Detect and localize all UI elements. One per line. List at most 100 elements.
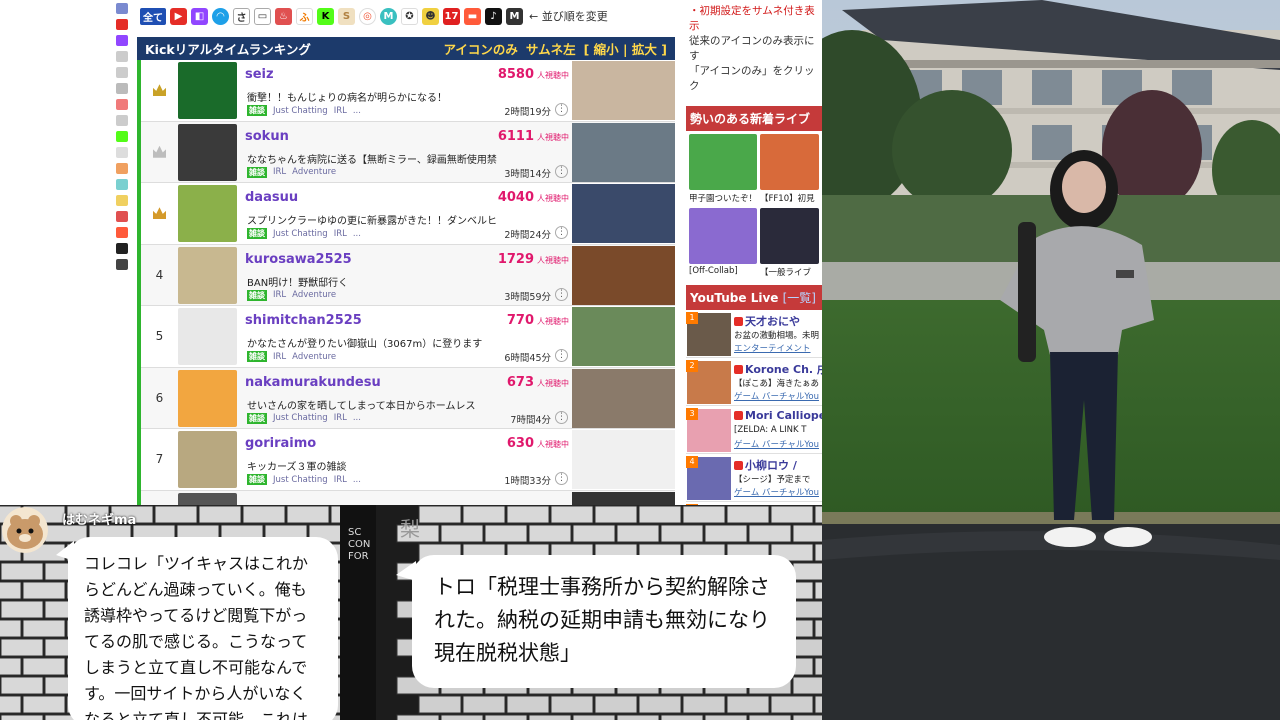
live-title[interactable]: [ZELDA: A LINK T bbox=[734, 425, 806, 435]
site-icon[interactable] bbox=[116, 19, 128, 30]
tag-link[interactable]: Just Chatting bbox=[273, 229, 328, 239]
tiktok-icon[interactable]: ♪ bbox=[485, 7, 502, 25]
category-badge[interactable]: 雑談 bbox=[247, 412, 267, 424]
site-icon[interactable]: ▬ bbox=[464, 7, 481, 25]
site-icon[interactable] bbox=[116, 67, 128, 78]
youtube-live-row[interactable]: 3 Mori Calliope [ZELDA: A LINK T ゲーム バーチャルY… bbox=[686, 406, 822, 454]
site-icon[interactable] bbox=[116, 195, 128, 206]
ranking-row[interactable]: sokun 6111 人視聴中 ななちゃんを病院に送る【無断ミラー、録画無断使用禁 雑談… bbox=[141, 121, 675, 183]
tag-link[interactable]: IRL bbox=[334, 475, 347, 485]
site-icon[interactable]: さ bbox=[233, 7, 250, 25]
stream-screenshot[interactable] bbox=[572, 184, 675, 243]
site-icon[interactable] bbox=[116, 51, 128, 62]
site-icon[interactable]: ☻ bbox=[422, 7, 439, 25]
youtube-live-row[interactable]: 1 天才おにや お盆の激動相場。未明 エンターテイメント bbox=[686, 310, 822, 358]
site-icon[interactable] bbox=[116, 3, 128, 14]
live-caption[interactable]: 【FF10】初見 bbox=[760, 192, 819, 204]
filter-all-button[interactable]: 全て bbox=[140, 7, 166, 25]
stream-screenshot[interactable] bbox=[572, 307, 675, 366]
tag-link[interactable]: IRL bbox=[273, 352, 286, 362]
site-icon[interactable] bbox=[116, 35, 128, 46]
site-icon[interactable] bbox=[116, 211, 128, 222]
youtube-live-row[interactable]: 2 Korone Ch. 戌【ぽこあ】海きたぁあ ゲーム バーチャルYou bbox=[686, 358, 822, 406]
tag-link[interactable]: IRL bbox=[334, 106, 347, 116]
site-icon[interactable]: ふ bbox=[296, 7, 313, 25]
more-options-icon[interactable]: ⋮ bbox=[555, 410, 568, 424]
tag-link[interactable]: Adventure bbox=[292, 167, 336, 177]
stream-title[interactable]: スプリンクラーゆゆの更に新暴露がきた！！ダンベルヒ bbox=[247, 212, 567, 227]
tag-link[interactable]: IRL bbox=[273, 290, 286, 300]
streamer-name[interactable]: goriraimo bbox=[245, 436, 316, 451]
site-icon[interactable] bbox=[116, 147, 128, 158]
category-badge[interactable]: 雑談 bbox=[247, 228, 267, 239]
live-thumbnail[interactable] bbox=[689, 134, 758, 190]
more-options-icon[interactable]: ⋮ bbox=[555, 287, 568, 301]
streamer-name[interactable]: kurosawa2525 bbox=[245, 252, 352, 267]
tag-link[interactable]: ... bbox=[353, 229, 361, 239]
note-red[interactable]: ・初期設定をサムネ付き表示 bbox=[689, 4, 819, 34]
streamer-avatar[interactable] bbox=[178, 246, 237, 304]
tag-link[interactable]: IRL bbox=[273, 167, 286, 177]
stream-title[interactable]: ななちゃんを病院に送る【無断ミラー、録画無断使用禁 bbox=[247, 151, 567, 166]
icon-only-toggle[interactable]: アイコンのみ bbox=[443, 39, 517, 58]
site-icon[interactable] bbox=[116, 259, 128, 270]
category-badge[interactable]: 雑談 bbox=[247, 105, 267, 116]
live-category[interactable]: エンターテイメント bbox=[734, 342, 811, 354]
channel-name[interactable]: Korone Ch. 戌 bbox=[734, 361, 822, 377]
site-icon[interactable]: ◎ bbox=[359, 7, 376, 25]
new-live-card[interactable]: 【FF10】初見 bbox=[760, 134, 819, 205]
ranking-row[interactable]: 5 shimitchan2525 770 人視聴中 かなたさんが登りたい御嶽山（3067… bbox=[141, 306, 675, 368]
category-badge[interactable]: 雑談 bbox=[247, 166, 267, 178]
live-category[interactable]: ゲーム バーチャルYou bbox=[734, 486, 819, 498]
stream-screenshot[interactable] bbox=[572, 491, 675, 505]
thumb-left-toggle[interactable]: サムネ左 bbox=[526, 39, 576, 58]
youtube-list-link[interactable]: [一覧] bbox=[783, 291, 816, 305]
live-thumbnail[interactable] bbox=[760, 134, 819, 190]
stream-screenshot[interactable] bbox=[572, 430, 675, 489]
new-live-card[interactable]: 【一般ライブ bbox=[760, 208, 819, 279]
seventeen-icon[interactable]: 17 bbox=[443, 7, 460, 25]
circle-icon[interactable]: ◠ bbox=[212, 7, 229, 25]
more-options-icon[interactable]: ⋮ bbox=[555, 103, 568, 116]
ranking-row[interactable]: 8 bbox=[141, 490, 675, 505]
streamer-name[interactable]: daasuu bbox=[245, 190, 298, 205]
sort-hint[interactable]: ← 並び順を変更 bbox=[529, 8, 608, 24]
stream-title[interactable]: BAN明け！野獣邸行く bbox=[247, 274, 567, 289]
tag-link[interactable]: Just Chatting bbox=[273, 413, 328, 423]
site-icon[interactable] bbox=[116, 99, 128, 110]
tv-icon[interactable]: ▭ bbox=[254, 7, 271, 25]
category-badge[interactable]: 雑談 bbox=[247, 351, 267, 362]
kick-icon[interactable]: K bbox=[317, 7, 334, 25]
stream-screenshot[interactable] bbox=[572, 61, 675, 120]
streamer-avatar[interactable] bbox=[178, 62, 237, 119]
stream-screenshot[interactable] bbox=[572, 368, 675, 428]
tag-link[interactable]: Just Chatting bbox=[273, 106, 328, 116]
stream-title[interactable]: キッカーズ３軍の雑談 bbox=[247, 458, 567, 473]
live-caption[interactable]: 【一般ライブ bbox=[760, 266, 819, 278]
bulb-icon[interactable]: ✪ bbox=[401, 7, 418, 25]
live-title[interactable]: 【シージ】予定まで bbox=[734, 473, 810, 485]
site-icon[interactable] bbox=[116, 227, 128, 238]
site-icon[interactable] bbox=[116, 131, 128, 142]
live-title[interactable]: お盆の激動相場。未明 bbox=[734, 329, 819, 341]
more-options-icon[interactable]: ⋮ bbox=[555, 472, 568, 485]
tag-link[interactable]: Just Chatting bbox=[273, 475, 328, 485]
streamer-avatar[interactable] bbox=[178, 492, 237, 505]
site-icon[interactable]: M bbox=[506, 7, 523, 25]
tag-link[interactable]: IRL bbox=[334, 413, 347, 423]
category-badge[interactable]: 雑談 bbox=[247, 474, 267, 485]
live-title[interactable]: 【ぽこあ】海きたぁあ bbox=[734, 377, 819, 389]
more-options-icon[interactable]: ⋮ bbox=[555, 226, 568, 239]
streamer-avatar[interactable] bbox=[178, 123, 237, 181]
ranking-row[interactable]: 4 kurosawa2525 1729 人視聴中 BAN明け！野獣邸行く 雑談 IRL Adv… bbox=[141, 244, 675, 306]
live-thumbnail[interactable] bbox=[760, 208, 819, 264]
streamer-name[interactable]: seiz bbox=[245, 67, 274, 82]
live-category[interactable]: ゲーム バーチャルYou bbox=[734, 390, 819, 402]
channel-name[interactable]: 天才おにや bbox=[734, 313, 800, 329]
new-live-card[interactable]: 甲子園ついたぞ！ bbox=[689, 134, 758, 205]
stream-screenshot[interactable] bbox=[572, 245, 675, 305]
streamer-name[interactable]: sokun bbox=[245, 129, 289, 144]
site-icon[interactable] bbox=[116, 115, 128, 126]
stream-title[interactable]: 衝撃！！もんじょりの病名が明らかになる！ bbox=[247, 89, 567, 104]
streamer-avatar[interactable] bbox=[178, 308, 237, 365]
